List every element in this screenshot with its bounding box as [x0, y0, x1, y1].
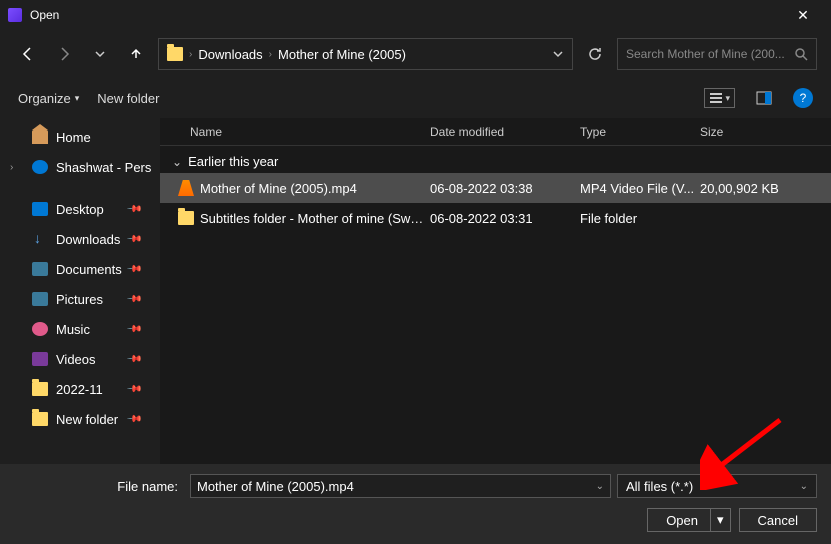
fldr-icon — [32, 412, 48, 426]
sidebar-item-desktop[interactable]: Desktop📌 — [0, 194, 160, 224]
chevron-down-icon[interactable]: ⌄ — [596, 481, 604, 492]
sidebar-home[interactable]: Home — [0, 122, 160, 152]
help-button[interactable]: ? — [793, 88, 813, 108]
desktop-icon — [32, 202, 48, 216]
chevron-right-icon: › — [189, 49, 192, 60]
search-icon — [794, 47, 808, 61]
chevron-down-icon[interactable] — [552, 48, 564, 60]
fldr-icon — [178, 211, 194, 225]
music-icon — [32, 322, 48, 336]
list-view-icon — [709, 91, 723, 105]
open-button[interactable]: Open▾ — [647, 508, 730, 532]
open-dropdown[interactable]: ▾ — [710, 509, 730, 531]
sidebar-item-pictures[interactable]: Pictures📌 — [0, 284, 160, 314]
filename-input[interactable]: Mother of Mine (2005).mp4 ⌄ — [190, 474, 611, 498]
filename-label: File name: — [14, 479, 184, 494]
refresh-button[interactable] — [581, 40, 609, 68]
forward-button[interactable] — [50, 40, 78, 68]
close-button[interactable]: ✕ — [783, 7, 823, 24]
sidebar-item-2022-11[interactable]: 2022-11📌 — [0, 374, 160, 404]
home-icon — [32, 130, 48, 144]
sidebar-item-new-folder[interactable]: New folder📌 — [0, 404, 160, 434]
breadcrumb-item[interactable]: Mother of Mine (2005) — [278, 47, 406, 62]
col-name[interactable]: Name — [190, 125, 430, 139]
col-type[interactable]: Type — [580, 125, 700, 139]
window-title: Open — [30, 8, 783, 22]
folder-icon — [167, 47, 183, 61]
column-headers[interactable]: Name Date modified Type Size — [160, 118, 831, 146]
sidebar-onedrive[interactable]: ›Shashwat - Pers — [0, 152, 160, 182]
videos-icon — [32, 352, 48, 366]
docs-icon — [32, 262, 48, 276]
col-size[interactable]: Size — [700, 125, 800, 139]
sidebar-item-videos[interactable]: Videos📌 — [0, 344, 160, 374]
address-bar[interactable]: › Downloads › Mother of Mine (2005) — [158, 38, 573, 70]
pics-icon — [32, 292, 48, 306]
recent-dropdown[interactable] — [86, 40, 114, 68]
chevron-down-icon: ▾ — [75, 93, 80, 104]
up-button[interactable] — [122, 40, 150, 68]
fldr-icon — [32, 382, 48, 396]
file-row[interactable]: Mother of Mine (2005).mp406-08-2022 03:3… — [160, 173, 831, 203]
view-mode-button[interactable]: ▾ — [704, 88, 735, 108]
app-icon — [8, 8, 22, 22]
col-date[interactable]: Date modified — [430, 125, 580, 139]
vlc-icon — [178, 180, 194, 196]
cloud-icon — [32, 160, 48, 174]
chevron-right-icon: › — [269, 49, 272, 60]
cancel-button[interactable]: Cancel — [739, 508, 817, 532]
downloads-icon — [32, 232, 48, 246]
file-row[interactable]: Subtitles folder - Mother of mine (Swede… — [160, 203, 831, 233]
group-header[interactable]: Earlier this year — [160, 146, 831, 173]
chevron-right-icon[interactable]: › — [10, 162, 13, 173]
preview-pane-button[interactable] — [753, 87, 775, 109]
chevron-down-icon: ▾ — [725, 93, 730, 104]
search-input[interactable]: Search Mother of Mine (200... — [617, 38, 817, 70]
back-button[interactable] — [14, 40, 42, 68]
sidebar-item-music[interactable]: Music📌 — [0, 314, 160, 344]
organize-button[interactable]: Organize ▾ — [18, 91, 79, 106]
breadcrumb-item[interactable]: Downloads — [198, 47, 262, 62]
search-placeholder: Search Mother of Mine (200... — [626, 47, 788, 61]
sidebar-item-downloads[interactable]: Downloads📌 — [0, 224, 160, 254]
sidebar: Home ›Shashwat - Pers Desktop📌Downloads📌… — [0, 118, 160, 464]
sidebar-item-documents[interactable]: Documents📌 — [0, 254, 160, 284]
file-list-area: Name Date modified Type Size Earlier thi… — [160, 118, 831, 464]
file-type-filter[interactable]: All files (*.*) ⌄ — [617, 474, 817, 498]
chevron-down-icon: ⌄ — [800, 481, 808, 492]
new-folder-button[interactable]: New folder — [97, 91, 159, 106]
